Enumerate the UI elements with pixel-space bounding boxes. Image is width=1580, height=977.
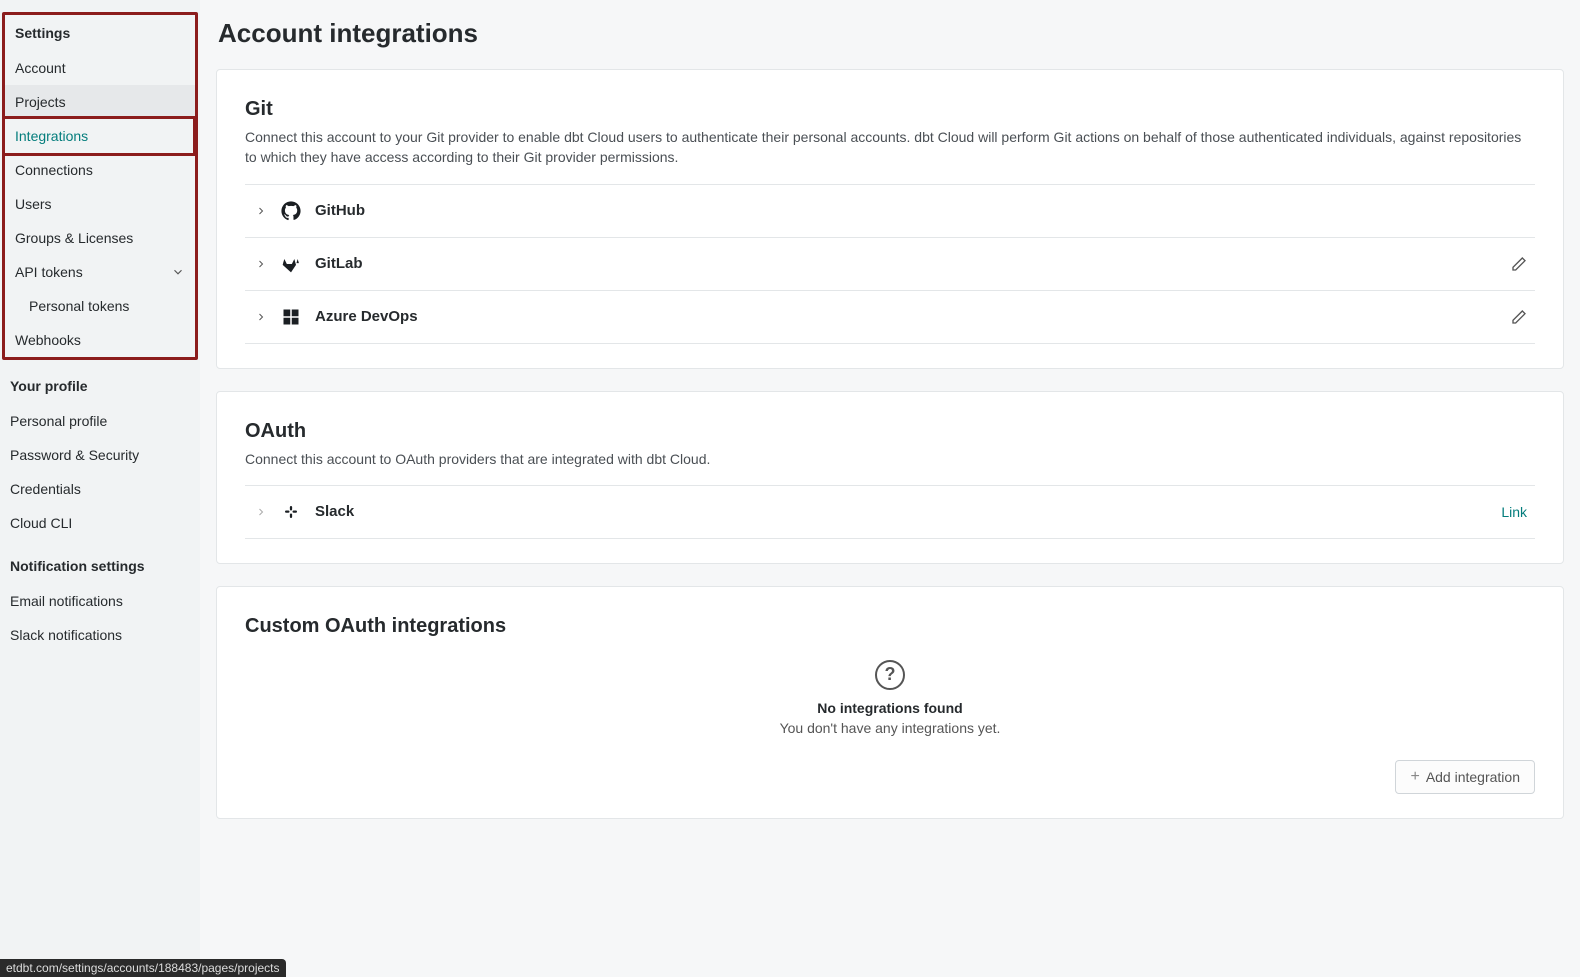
empty-state: ? No integrations found You don't have a…: [245, 644, 1535, 744]
profile-header: Your profile: [0, 368, 200, 404]
sidebar-item-label: Account: [15, 60, 66, 76]
custom-oauth-card: Custom OAuth integrations ? No integrati…: [216, 586, 1564, 819]
github-icon: [281, 201, 301, 221]
git-description: Connect this account to your Git provide…: [245, 127, 1535, 168]
page-title: Account integrations: [218, 18, 1564, 49]
sidebar: Settings Account Projects Integrations C…: [0, 0, 200, 977]
plus-icon: +: [1410, 769, 1419, 785]
git-title: Git: [245, 98, 1535, 121]
sidebar-item-label: Personal profile: [10, 413, 107, 429]
sidebar-item-label: Password & Security: [10, 447, 139, 463]
oauth-row-label: Slack: [315, 503, 354, 520]
git-row-label: Azure DevOps: [315, 308, 418, 325]
git-row-github[interactable]: GitHub: [245, 184, 1535, 237]
sidebar-item-label: Integrations: [15, 128, 88, 144]
sidebar-item-email-notifications[interactable]: Email notifications: [0, 584, 200, 618]
add-integration-button[interactable]: + Add integration: [1395, 760, 1535, 794]
sidebar-item-label: Email notifications: [10, 593, 123, 609]
sidebar-item-users[interactable]: Users: [5, 187, 195, 221]
git-row-gitlab[interactable]: GitLab: [245, 237, 1535, 290]
sidebar-item-api-tokens[interactable]: API tokens: [5, 255, 195, 289]
question-circle-icon: ?: [875, 660, 905, 690]
custom-oauth-title: Custom OAuth integrations: [245, 615, 1535, 638]
oauth-title: OAuth: [245, 420, 1535, 443]
slack-icon: [281, 502, 301, 522]
sidebar-item-label: Personal tokens: [29, 298, 129, 314]
add-button-label: Add integration: [1426, 769, 1520, 785]
sidebar-item-account[interactable]: Account: [5, 51, 195, 85]
git-row-label: GitHub: [315, 202, 365, 219]
oauth-description: Connect this account to OAuth providers …: [245, 449, 1535, 469]
git-card: Git Connect this account to your Git pro…: [216, 69, 1564, 369]
sidebar-item-label: Webhooks: [15, 332, 81, 348]
sidebar-item-label: Credentials: [10, 481, 81, 497]
sidebar-item-label: Projects: [15, 94, 66, 110]
sidebar-item-credentials[interactable]: Credentials: [0, 472, 200, 506]
sidebar-item-label: Users: [15, 196, 52, 212]
sidebar-item-projects[interactable]: Projects: [5, 85, 195, 119]
sidebar-item-label: Slack notifications: [10, 627, 122, 643]
sidebar-item-connections[interactable]: Connections: [5, 153, 195, 187]
sidebar-item-groups-licenses[interactable]: Groups & Licenses: [5, 221, 195, 255]
sidebar-item-label: Cloud CLI: [10, 515, 72, 531]
empty-subtitle: You don't have any integrations yet.: [245, 720, 1535, 736]
git-row-azure[interactable]: Azure DevOps: [245, 290, 1535, 344]
notifications-header: Notification settings: [0, 548, 200, 584]
chevron-right-icon: [255, 311, 267, 323]
sidebar-item-integrations[interactable]: Integrations: [2, 116, 196, 156]
azure-icon: [281, 307, 301, 327]
sidebar-item-personal-profile[interactable]: Personal profile: [0, 404, 200, 438]
gitlab-icon: [281, 254, 301, 274]
status-url: etdbt.com/settings/accounts/188483/pages…: [0, 959, 286, 977]
sidebar-item-label: Connections: [15, 162, 93, 178]
sidebar-item-label: Groups & Licenses: [15, 230, 133, 246]
chevron-down-icon: [171, 265, 185, 279]
chevron-right-icon: [255, 205, 267, 217]
oauth-card: OAuth Connect this account to OAuth prov…: [216, 391, 1564, 564]
empty-title: No integrations found: [245, 700, 1535, 716]
link-button[interactable]: Link: [1501, 504, 1527, 520]
sidebar-item-slack-notifications[interactable]: Slack notifications: [0, 618, 200, 652]
sidebar-item-label: API tokens: [15, 264, 83, 280]
sidebar-item-webhooks[interactable]: Webhooks: [5, 323, 195, 357]
git-row-label: GitLab: [315, 255, 363, 272]
sidebar-item-cloud-cli[interactable]: Cloud CLI: [0, 506, 200, 540]
chevron-right-icon: [255, 506, 267, 518]
sidebar-item-personal-tokens[interactable]: Personal tokens: [5, 289, 195, 323]
settings-header: Settings: [5, 15, 195, 51]
pencil-icon[interactable]: [1511, 256, 1527, 272]
main-content: Account integrations Git Connect this ac…: [200, 0, 1580, 977]
highlight-outline: Settings Account Projects Integrations C…: [2, 12, 198, 360]
chevron-right-icon: [255, 258, 267, 270]
oauth-row-slack[interactable]: Slack Link: [245, 485, 1535, 539]
pencil-icon[interactable]: [1511, 309, 1527, 325]
sidebar-item-password-security[interactable]: Password & Security: [0, 438, 200, 472]
